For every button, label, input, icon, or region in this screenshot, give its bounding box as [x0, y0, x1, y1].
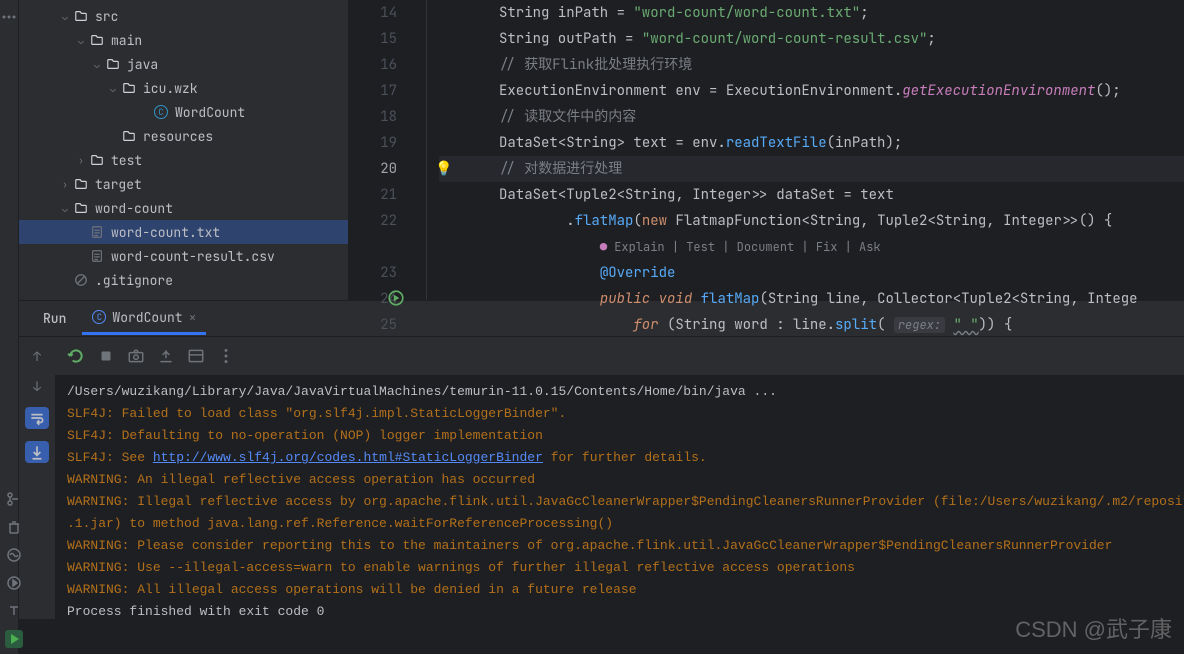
code-line[interactable]: DataSet<String> text = env.readTextFile(… [439, 130, 1184, 156]
tree-item-resources[interactable]: resources [19, 124, 348, 148]
tree-item-main[interactable]: ⌄main [19, 28, 348, 52]
tree-item--gitignore[interactable]: .gitignore [19, 268, 348, 292]
tree-item-java[interactable]: ⌄java [19, 52, 348, 76]
code-line[interactable]: public void flatMap(String line, Collect… [439, 286, 1184, 312]
line-numbers: 141516171819202122232425 [349, 0, 417, 300]
console-output[interactable]: /Users/wuzikang/Library/Java/JavaVirtual… [55, 375, 1184, 629]
tree-item-word-count-txt[interactable]: word-count.txt [19, 220, 348, 244]
tree-label: word-count-result.csv [111, 248, 275, 265]
folder-icon [121, 80, 137, 96]
code-line[interactable]: ExecutionEnvironment env = ExecutionEnvi… [439, 78, 1184, 104]
code-line[interactable]: // 读取文件中的内容 [439, 104, 1184, 130]
code-line[interactable]: 💡// 对数据进行处理 [439, 156, 1184, 182]
tree-label: test [111, 152, 142, 169]
folder-icon [89, 32, 105, 48]
code-line[interactable]: // 获取Flink批处理执行环境 [439, 52, 1184, 78]
folder-icon [105, 56, 121, 72]
project-tree[interactable]: ⌄src⌄main⌄java⌄icu.wzk C WordCount resource… [19, 0, 349, 300]
run-panel: Run C WordCount × ↑ ↓ [19, 300, 1184, 619]
tree-label: target [95, 176, 142, 193]
soft-wrap-icon[interactable] [25, 407, 49, 429]
code-editor[interactable]: 141516171819202122232425 String inPath =… [349, 0, 1184, 300]
console-line: WARNING: Please consider reporting this … [67, 535, 1184, 557]
arrow-up-icon[interactable]: ↑ [28, 347, 46, 365]
code-line[interactable]: DataSet<Tuple2<String, Integer>> dataSet… [439, 182, 1184, 208]
folder-icon [89, 152, 105, 168]
code-line[interactable]: String inPath = "word-count/word-count.t… [439, 0, 1184, 26]
tree-item-src[interactable]: ⌄src [19, 4, 348, 28]
code-line[interactable]: @Override [439, 260, 1184, 286]
run-tab-label[interactable]: Run [35, 310, 74, 327]
tree-item-wordcount[interactable]: C WordCount [19, 100, 348, 124]
tree-label: word-count.txt [111, 224, 220, 241]
wave-icon[interactable] [5, 546, 23, 564]
more-vert-icon[interactable] [217, 347, 235, 365]
code-line[interactable]: .flatMap(new FlatmapFunction<String, Tup… [439, 208, 1184, 234]
console-line: WARNING: Illegal reflective access by or… [67, 491, 1184, 513]
play-circle-icon[interactable] [5, 574, 23, 592]
tree-item-word-count[interactable]: ⌄word-count [19, 196, 348, 220]
file-icon [89, 224, 105, 240]
run-marker-icon[interactable] [387, 289, 405, 316]
console-line: SLF4J: Defaulting to no-operation (NOP) … [67, 425, 1184, 447]
tree-item-target[interactable]: ›target [19, 172, 348, 196]
layout-icon[interactable] [187, 347, 205, 365]
console-link[interactable]: http://www.slf4j.org/codes.html#StaticLo… [153, 450, 543, 465]
stop-icon[interactable] [97, 347, 115, 365]
close-tab-icon[interactable]: × [189, 309, 197, 326]
console-line: WARNING: An illegal reflective access op… [67, 469, 1184, 491]
code-content[interactable]: String inPath = "word-count/word-count.t… [427, 0, 1184, 300]
run-tab-name: WordCount [112, 309, 182, 326]
folder-icon [121, 128, 137, 144]
tree-label: .gitignore [95, 272, 173, 289]
text-icon[interactable] [5, 602, 23, 620]
more-icon[interactable] [0, 8, 18, 26]
rerun-icon[interactable] [67, 347, 85, 365]
watermark: CSDN @武子康 [1015, 612, 1172, 644]
code-line[interactable]: for (String word : line.split( regex: " … [439, 312, 1184, 338]
export-icon[interactable] [157, 347, 175, 365]
console-line: .1.jar) to method java.lang.ref.Referenc… [67, 513, 1184, 535]
code-line[interactable]: String outPath = "word-count/word-count-… [439, 26, 1184, 52]
console-line: SLF4J: Failed to load class "org.slf4j.i… [67, 403, 1184, 425]
console-cmd: /Users/wuzikang/Library/Java/JavaVirtual… [67, 381, 1184, 403]
tree-label: java [127, 56, 158, 73]
tree-label: WordCount [175, 104, 245, 121]
run-play-icon[interactable] [5, 630, 23, 648]
class-icon: C [92, 310, 106, 324]
tree-label: icu.wzk [143, 80, 198, 97]
gitignore-icon [73, 272, 89, 288]
code-line[interactable]: ● Explain | Test | Document | Fix | Ask [439, 234, 1184, 260]
arrow-down-icon[interactable]: ↓ [28, 377, 46, 395]
vcs-icon[interactable] [5, 490, 23, 508]
console-line: WARNING: All illegal access operations w… [67, 579, 1184, 601]
main-area: ⌄src⌄main⌄java⌄icu.wzk C WordCount resource… [19, 0, 1184, 654]
tree-label: resources [143, 128, 213, 145]
run-tab-wordcount[interactable]: C WordCount × [82, 303, 206, 335]
lightbulb-icon[interactable]: 💡 [435, 156, 452, 182]
tree-item-icu-wzk[interactable]: ⌄icu.wzk [19, 76, 348, 100]
folder-icon [73, 8, 89, 24]
trash-icon[interactable] [5, 518, 23, 536]
folder-icon [73, 176, 89, 192]
class-icon: C [153, 104, 169, 120]
tree-label: main [111, 32, 142, 49]
file-icon [89, 248, 105, 264]
console-line: SLF4J: See http://www.slf4j.org/codes.ht… [67, 447, 1184, 469]
tree-item-test[interactable]: ›test [19, 148, 348, 172]
tree-item-word-count-result-csv[interactable]: word-count-result.csv [19, 244, 348, 268]
scroll-end-icon[interactable] [25, 441, 49, 463]
camera-icon[interactable] [127, 347, 145, 365]
tree-label: word-count [95, 200, 173, 217]
left-tool-gutter [0, 0, 19, 654]
folder-icon [73, 200, 89, 216]
tree-label: src [95, 8, 118, 25]
console-line: WARNING: Use --illegal-access=warn to en… [67, 557, 1184, 579]
